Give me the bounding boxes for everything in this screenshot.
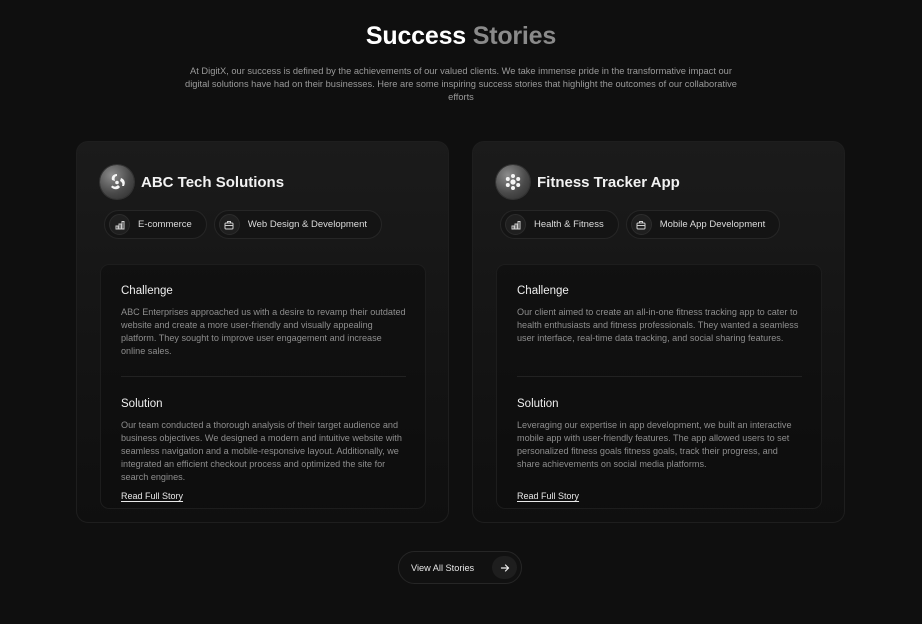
tag-mobile-app[interactable]: Mobile App Development bbox=[625, 210, 781, 239]
arrow-right-icon bbox=[492, 556, 517, 579]
view-all-label: View All Stories bbox=[411, 562, 475, 573]
card-title: Fitness Tracker App bbox=[537, 173, 680, 191]
story-card-abc-tech: ABC Tech Solutions E-commerce Web Design… bbox=[76, 141, 449, 523]
tag-list: E-commerce Web Design & Development bbox=[104, 210, 383, 239]
briefcase-icon bbox=[630, 214, 652, 235]
story-details: Challenge Our client aimed to create an … bbox=[496, 264, 822, 509]
story-card-fitness-tracker: Fitness Tracker App Health & Fitness Mob… bbox=[472, 141, 845, 523]
solution-title: Solution bbox=[121, 398, 163, 410]
challenge-text: Our client aimed to create an all-in-one… bbox=[517, 307, 799, 343]
title-accent: Stories bbox=[472, 22, 557, 50]
view-all-stories-button[interactable]: View All Stories bbox=[398, 551, 522, 584]
divider bbox=[121, 376, 406, 377]
card-title: ABC Tech Solutions bbox=[141, 173, 285, 191]
tag-label: Web Design & Development bbox=[247, 219, 368, 230]
read-full-story-link[interactable]: Read Full Story bbox=[121, 491, 183, 501]
tag-label: Mobile App Development bbox=[659, 219, 766, 230]
section-intro: At DigitX, our success is defined by the… bbox=[185, 66, 737, 102]
solution-title: Solution bbox=[517, 398, 559, 410]
tag-web-design[interactable]: Web Design & Development bbox=[213, 210, 383, 239]
challenge-title: Challenge bbox=[517, 285, 569, 297]
bar-chart-icon bbox=[109, 214, 130, 235]
divider bbox=[517, 376, 802, 377]
story-details: Challenge ABC Enterprises approached us … bbox=[100, 264, 426, 509]
title-main: Success bbox=[365, 22, 466, 50]
success-stories-section: Success Stories At DigitX, our success i… bbox=[0, 0, 922, 624]
tag-list: Health & Fitness Mobile App Development bbox=[500, 210, 781, 239]
section-title: Success Stories bbox=[0, 22, 922, 51]
card-header: ABC Tech Solutions bbox=[100, 165, 284, 199]
briefcase-icon bbox=[218, 214, 240, 235]
read-full-story-link[interactable]: Read Full Story bbox=[517, 491, 579, 501]
triskelion-icon bbox=[100, 165, 134, 199]
challenge-title: Challenge bbox=[121, 285, 173, 297]
tag-label: Health & Fitness bbox=[534, 219, 604, 230]
solution-text: Leveraging our expertise in app developm… bbox=[517, 420, 792, 469]
tag-health-fitness[interactable]: Health & Fitness bbox=[500, 210, 619, 239]
card-header: Fitness Tracker App bbox=[496, 165, 680, 199]
tag-ecommerce[interactable]: E-commerce bbox=[104, 210, 207, 239]
tag-label: E-commerce bbox=[138, 219, 192, 230]
solution-text: Our team conducted a thorough analysis o… bbox=[121, 420, 402, 482]
bar-chart-icon bbox=[505, 214, 526, 235]
molecule-icon bbox=[496, 165, 530, 199]
challenge-text: ABC Enterprises approached us with a des… bbox=[121, 307, 406, 356]
